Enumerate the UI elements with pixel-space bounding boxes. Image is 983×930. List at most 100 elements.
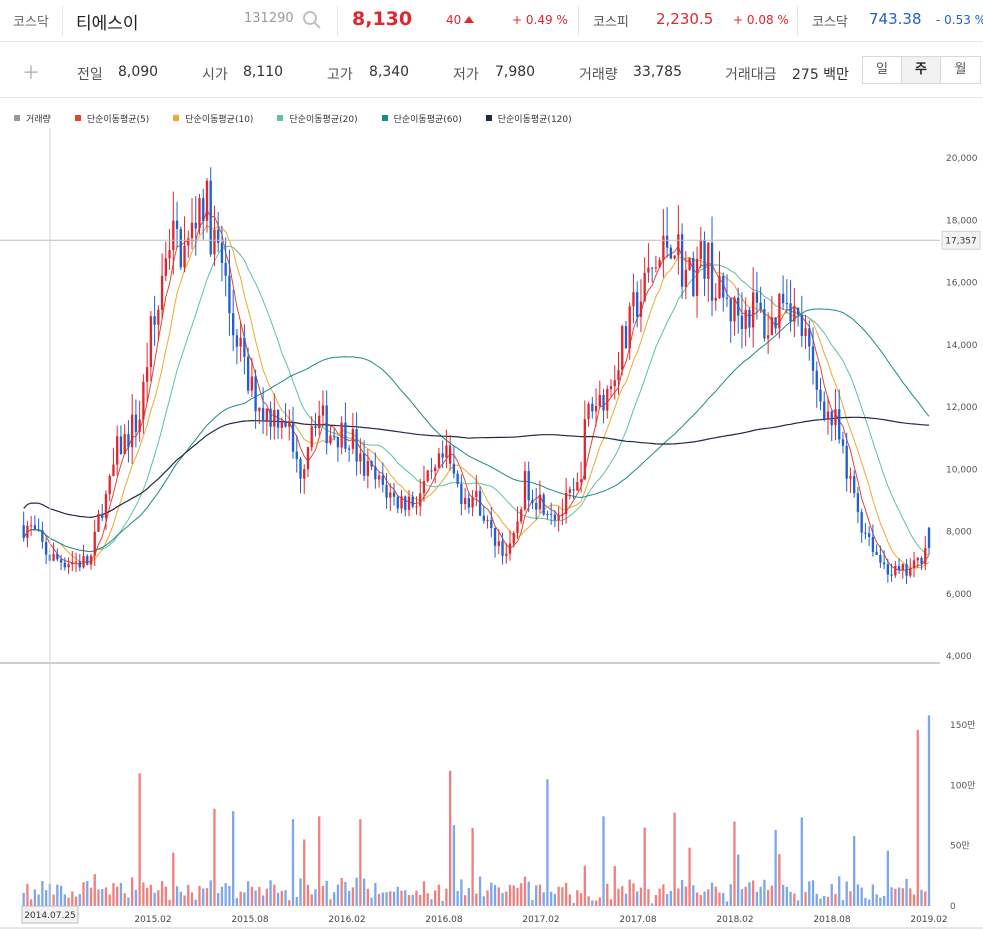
volume-bar bbox=[699, 894, 702, 906]
candle-body bbox=[82, 556, 85, 568]
candle-body bbox=[460, 483, 463, 505]
candle-body bbox=[927, 527, 931, 549]
candle-body bbox=[396, 496, 399, 509]
candle-body bbox=[576, 482, 579, 491]
volume-bar bbox=[613, 866, 616, 906]
candle-body bbox=[202, 198, 205, 221]
candle-body bbox=[411, 496, 414, 507]
candle-body bbox=[463, 498, 467, 505]
candle-body bbox=[400, 496, 403, 509]
volume-bar bbox=[213, 808, 216, 906]
volume-bar bbox=[366, 888, 370, 906]
candle-body bbox=[924, 548, 927, 564]
candle-body bbox=[426, 470, 429, 482]
candle-body bbox=[63, 562, 66, 568]
volume-bar bbox=[815, 893, 818, 906]
candle-body bbox=[733, 297, 736, 322]
volume-bar bbox=[789, 891, 792, 906]
candle-body bbox=[695, 259, 699, 297]
candle-body bbox=[250, 376, 254, 391]
volume-bar bbox=[755, 891, 759, 906]
candle-body bbox=[912, 560, 916, 569]
volume-bar bbox=[823, 895, 826, 906]
stock-chart[interactable]: 4,000 6,000 8,000 10,000 12,000 14,000 16,000 1… bbox=[0, 0, 983, 930]
volume-bar bbox=[89, 887, 93, 906]
candle-body bbox=[29, 525, 33, 527]
volume-bar bbox=[905, 878, 908, 906]
candle-body bbox=[142, 381, 145, 420]
volume-bar bbox=[927, 715, 931, 906]
volume-bar bbox=[187, 884, 190, 906]
price-tick-label: 4,000 bbox=[946, 652, 972, 662]
candle-body bbox=[325, 405, 328, 444]
volume-bar bbox=[871, 884, 875, 906]
candle-body bbox=[89, 555, 93, 565]
candle-body bbox=[699, 240, 702, 260]
candle-body bbox=[321, 405, 325, 416]
candle-body bbox=[261, 407, 265, 422]
volume-bar bbox=[684, 886, 687, 906]
volume-bar bbox=[344, 881, 347, 906]
candle-body bbox=[153, 316, 156, 325]
volume-bar bbox=[744, 886, 747, 906]
volume-bar bbox=[303, 839, 306, 906]
candle-body bbox=[160, 275, 164, 310]
volume-bar bbox=[430, 899, 433, 906]
volume-bar bbox=[224, 883, 227, 906]
candle-body bbox=[759, 302, 762, 309]
candle-body bbox=[419, 493, 422, 507]
volume-bar bbox=[564, 882, 568, 906]
price-tick-label: 12,000 bbox=[946, 403, 978, 413]
volume-bar bbox=[471, 827, 474, 906]
candle-body bbox=[41, 530, 44, 542]
candle-body bbox=[542, 494, 545, 515]
volume-bar bbox=[673, 812, 676, 906]
volume-bar bbox=[44, 889, 48, 906]
candle-body bbox=[164, 258, 167, 276]
candle-body bbox=[703, 240, 706, 279]
candle-body bbox=[56, 553, 59, 560]
volume-bar bbox=[295, 896, 298, 906]
candle-body bbox=[232, 313, 235, 336]
volume-bar bbox=[396, 886, 399, 906]
volume-bar bbox=[116, 886, 119, 906]
volume-bar bbox=[400, 890, 403, 906]
volume-bar bbox=[426, 893, 429, 906]
volume-bar bbox=[505, 891, 508, 906]
candle-body bbox=[729, 298, 732, 322]
volume-bar bbox=[407, 895, 411, 906]
volume-bar bbox=[329, 899, 332, 906]
candle-body bbox=[624, 326, 628, 349]
volume-bar bbox=[336, 884, 340, 906]
price-tick-label: 14,000 bbox=[946, 341, 978, 351]
candle-body bbox=[677, 234, 680, 256]
volume-bar bbox=[314, 889, 317, 906]
crosshair-date-label: 2014.07.25 bbox=[24, 911, 76, 921]
candle-body bbox=[74, 561, 78, 563]
candle-body bbox=[587, 403, 590, 420]
candle-body bbox=[224, 262, 227, 276]
candle-body bbox=[306, 447, 310, 470]
volume-bar bbox=[781, 884, 785, 906]
candle-body bbox=[340, 422, 343, 448]
candle-body bbox=[684, 269, 687, 287]
volume-bar bbox=[280, 890, 283, 906]
candle-body bbox=[632, 292, 635, 307]
candle-body bbox=[621, 326, 624, 371]
candle-body bbox=[643, 272, 646, 302]
candle-body bbox=[217, 229, 220, 243]
candle-body bbox=[205, 180, 209, 221]
volume-bar bbox=[766, 890, 770, 906]
candle-body bbox=[172, 220, 175, 251]
candle-body bbox=[897, 566, 901, 571]
candle-body bbox=[748, 309, 751, 328]
volume-bar bbox=[153, 892, 156, 906]
candle-body bbox=[78, 561, 81, 568]
candle-body bbox=[535, 502, 538, 510]
candle-body bbox=[920, 557, 923, 564]
candle-body bbox=[785, 303, 788, 305]
volume-bar bbox=[142, 882, 145, 906]
volume-bar bbox=[729, 884, 732, 906]
volume-bar bbox=[243, 892, 246, 906]
volume-bar bbox=[374, 883, 377, 906]
